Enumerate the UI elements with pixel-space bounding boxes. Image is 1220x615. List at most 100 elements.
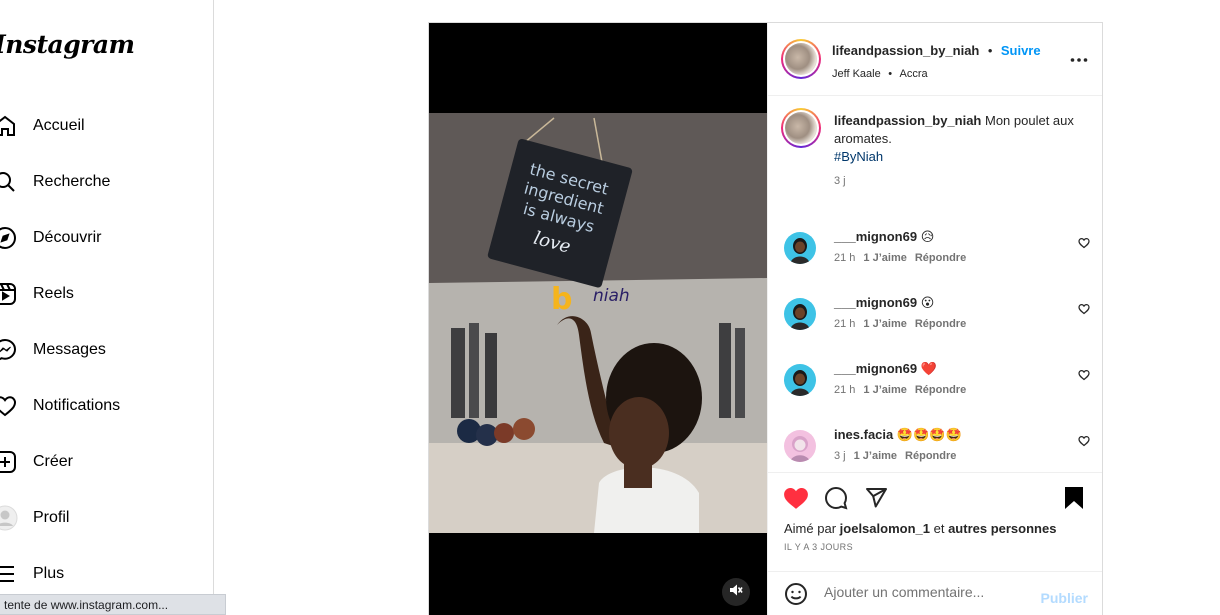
reply-button[interactable]: Répondre <box>915 318 966 330</box>
comment-like-heart-icon[interactable] <box>1078 434 1090 452</box>
publish-button[interactable]: Publier <box>1041 590 1088 606</box>
watermark-b: b <box>551 282 572 317</box>
menu-icon <box>0 561 18 587</box>
reply-button[interactable]: Répondre <box>905 450 956 462</box>
comment-item: ___mignon69 ❤️ 21 h 1 J’aime Répondre <box>768 360 1102 420</box>
sidebar-item-label: Plus <box>33 565 65 582</box>
reply-button[interactable]: Répondre <box>915 252 966 264</box>
sidebar-item-explore[interactable]: Découvrir <box>0 218 101 258</box>
heart-icon <box>0 393 18 419</box>
liked-by-user[interactable]: joelsalomon_1 <box>840 521 930 536</box>
comment-text: ❤️ <box>920 361 937 376</box>
comment-username[interactable]: ___mignon69 <box>834 295 917 310</box>
comment-text: 😥 <box>920 229 935 244</box>
share-button[interactable] <box>864 486 888 515</box>
compass-icon <box>0 225 18 251</box>
audio-label[interactable]: Jeff Kaale <box>832 68 881 80</box>
comment-input[interactable] <box>824 584 1034 600</box>
comment-username[interactable]: ___mignon69 <box>834 361 917 376</box>
comment-time: 21 h <box>834 252 856 264</box>
location-label[interactable]: Accra <box>900 68 928 80</box>
browser-status-bar: tente de www.instagram.com... <box>0 594 226 615</box>
sidebar-item-label: Découvrir <box>33 229 102 246</box>
post-video-frame[interactable]: the secret ingredient is always love b n… <box>429 113 767 533</box>
sidebar-item-create[interactable]: Créer <box>0 442 73 482</box>
comment-like-heart-icon[interactable] <box>1078 302 1090 320</box>
post-dialog: the secret ingredient is always love b n… <box>428 22 1103 615</box>
comment-time: 21 h <box>834 318 856 330</box>
comment-composer: Publier <box>768 571 1102 615</box>
watermark-niah: niah <box>593 286 630 306</box>
comments-section[interactable]: lifeandpassion_by_niah Mon poulet aux ar… <box>768 96 1102 472</box>
instagram-logo[interactable]: Instagram <box>0 30 135 59</box>
caption-username[interactable]: lifeandpassion_by_niah <box>834 113 981 128</box>
sidebar-item-label: Recherche <box>33 173 111 190</box>
comment-likes[interactable]: 1 J’aime <box>854 450 897 462</box>
caption-hashtag[interactable]: #ByNiah <box>834 149 883 164</box>
search-icon <box>0 169 18 195</box>
comment-username[interactable]: ines.facia <box>834 427 893 442</box>
comment-item: ___mignon69 😮 21 h 1 J’aime Répondre <box>768 294 1102 354</box>
follow-button[interactable]: Suivre <box>1001 43 1041 58</box>
paper-plane-icon <box>864 488 888 514</box>
sidebar-item-notifications[interactable]: Notifications <box>0 386 120 426</box>
sidebar-item-label: Profil <box>33 509 70 526</box>
caption-time: 3 j <box>834 175 846 187</box>
comment-button[interactable] <box>824 486 848 515</box>
post-media[interactable]: the secret ingredient is always love b n… <box>429 23 767 615</box>
sidebar-item-label: Messages <box>33 341 106 358</box>
profile-avatar <box>0 505 18 531</box>
comment-likes[interactable]: 1 J’aime <box>863 252 906 264</box>
liked-by-others[interactable]: autres personnes <box>948 521 1056 536</box>
more-options-button[interactable] <box>1070 48 1088 77</box>
smiley-icon <box>784 583 808 610</box>
sidebar-item-messages[interactable]: Messages <box>0 330 106 370</box>
commenter-avatar[interactable] <box>784 430 816 462</box>
sidebar-item-profile[interactable]: Profil <box>0 498 69 538</box>
comment-time: 21 h <box>834 384 856 396</box>
post-sidebar: lifeandpassion_by_niah • Suivre Jeff Kaa… <box>767 23 1102 615</box>
comment-bubble-icon <box>824 486 848 514</box>
sidebar-item-search[interactable]: Recherche <box>0 162 110 202</box>
comment-likes[interactable]: 1 J’aime <box>863 384 906 396</box>
sidebar-item-label: Créer <box>33 453 74 470</box>
author-username[interactable]: lifeandpassion_by_niah <box>832 43 979 58</box>
save-button[interactable] <box>1063 486 1085 515</box>
commenter-avatar[interactable] <box>784 364 816 396</box>
author-avatar[interactable] <box>781 39 821 79</box>
comment-time: 3 j <box>834 450 846 462</box>
sidebar-item-more[interactable]: Plus <box>0 554 64 594</box>
commenter-avatar[interactable] <box>784 298 816 330</box>
comment-likes[interactable]: 1 J’aime <box>863 318 906 330</box>
speaker-muted-icon <box>729 583 743 602</box>
sidebar-item-label: Reels <box>33 285 74 302</box>
sidebar-item-reels[interactable]: Reels <box>0 274 74 314</box>
comment-like-heart-icon[interactable] <box>1078 236 1090 254</box>
liked-by-prefix: Aimé par <box>784 521 837 536</box>
comment-text: 🤩🤩🤩🤩 <box>896 427 962 442</box>
mute-button[interactable] <box>722 578 750 606</box>
reply-button[interactable]: Répondre <box>915 384 966 396</box>
comment-item: ines.facia 🤩🤩🤩🤩 3 j 1 J’aime Répondre <box>768 426 1102 472</box>
sidebar-item-label: Notifications <box>33 397 121 414</box>
messenger-icon <box>0 337 18 363</box>
commenter-avatar[interactable] <box>784 232 816 264</box>
heart-filled-icon <box>783 488 809 514</box>
liked-by-middle: et <box>933 521 945 536</box>
post-header: lifeandpassion_by_niah • Suivre Jeff Kaa… <box>768 23 1102 96</box>
post-timestamp[interactable]: IL Y A 3 JOURS <box>784 542 853 552</box>
like-button[interactable] <box>783 486 809 515</box>
liked-by: Aimé par joelsalomon_1 et autres personn… <box>784 521 1056 536</box>
comment-like-heart-icon[interactable] <box>1078 368 1090 386</box>
sidebar-item-home[interactable]: Accueil <box>0 106 85 146</box>
location-separator: • <box>888 68 893 80</box>
reels-icon <box>0 281 18 307</box>
comment-text: 😮 <box>920 295 935 310</box>
comment-item: ___mignon69 😥 21 h 1 J’aime Répondre <box>768 228 1102 288</box>
emoji-picker-button[interactable] <box>784 582 808 611</box>
caption-author-avatar[interactable] <box>781 108 821 148</box>
header-separator: • <box>987 43 993 58</box>
sidebar-item-label: Accueil <box>33 117 85 134</box>
comment-username[interactable]: ___mignon69 <box>834 229 917 244</box>
bookmark-filled-icon <box>1063 487 1085 514</box>
